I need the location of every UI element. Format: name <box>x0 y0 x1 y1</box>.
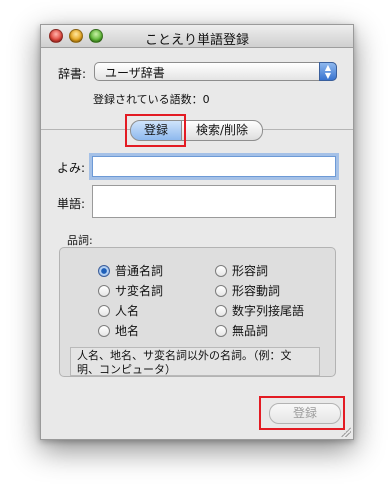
reading-input[interactable] <box>92 156 336 177</box>
window-title: ことえり単語登録 <box>144 33 249 48</box>
radio-icon <box>98 284 110 297</box>
radio-icon <box>215 264 227 277</box>
radio-icon <box>215 324 227 337</box>
radio-adjectival-verb[interactable]: 形容動詞 <box>215 282 280 299</box>
radio-selected-icon <box>98 264 110 277</box>
part-of-speech-description: 人名、地名、サ変名詞以外の名詞。（例：文明、コンピュータ） <box>70 347 320 376</box>
word-label: 単語: <box>57 197 86 211</box>
titlebar: ことえり単語登録 <box>41 25 353 48</box>
chevron-down-icon: ▼ <box>324 71 332 80</box>
radio-no-part-of-speech[interactable]: 無品詞 <box>215 322 268 339</box>
dictionary-label: 辞書: <box>58 67 87 81</box>
resize-grip-icon[interactable] <box>341 427 351 437</box>
radio-icon <box>98 304 110 317</box>
reading-label: よみ: <box>57 161 86 175</box>
popup-stepper-icon: ▲ ▼ <box>319 62 337 81</box>
radio-numeric-suffix[interactable]: 数字列接尾語 <box>215 302 304 319</box>
radio-icon <box>215 304 227 317</box>
radio-icon <box>98 324 110 337</box>
word-input[interactable] <box>92 185 336 218</box>
radio-place-name[interactable]: 地名 <box>98 322 139 339</box>
dictionary-selected-value: ユーザ辞書 <box>105 66 165 80</box>
dictionary-popup[interactable]: ユーザ辞書 ▲ ▼ <box>94 62 337 81</box>
highlight-box-register <box>259 396 345 430</box>
radio-adjective[interactable]: 形容詞 <box>215 262 268 279</box>
radio-label: 人名 <box>115 304 140 318</box>
radio-common-noun[interactable]: 普通名詞 <box>98 262 163 279</box>
radio-sahen-noun[interactable]: サ変名詞 <box>98 282 163 299</box>
word-registration-window: ことえり単語登録 辞書: ユーザ辞書 ▲ ▼ 登録されている語数：0 登録 検索… <box>40 24 354 440</box>
part-of-speech-label: 品詞: <box>67 234 93 247</box>
radio-label: 無品詞 <box>232 324 269 338</box>
radio-label: 数字列接尾語 <box>232 304 305 318</box>
radio-label: 普通名詞 <box>115 264 164 278</box>
radio-label: サ変名詞 <box>115 284 164 298</box>
highlight-box-tab <box>125 114 186 147</box>
radio-label: 形容動詞 <box>232 284 281 298</box>
radio-icon <box>215 284 227 297</box>
radio-label: 地名 <box>115 324 140 338</box>
radio-person-name[interactable]: 人名 <box>98 302 139 319</box>
part-of-speech-group: 普通名詞 形容詞 サ変名詞 形容動詞 人名 数字列接尾語 地名 無品詞 人名、地… <box>59 247 336 377</box>
tab-search-delete[interactable]: 検索/削除 <box>181 120 263 141</box>
radio-label: 形容詞 <box>232 264 269 278</box>
word-count-text: 登録されている語数：0 <box>93 93 210 106</box>
